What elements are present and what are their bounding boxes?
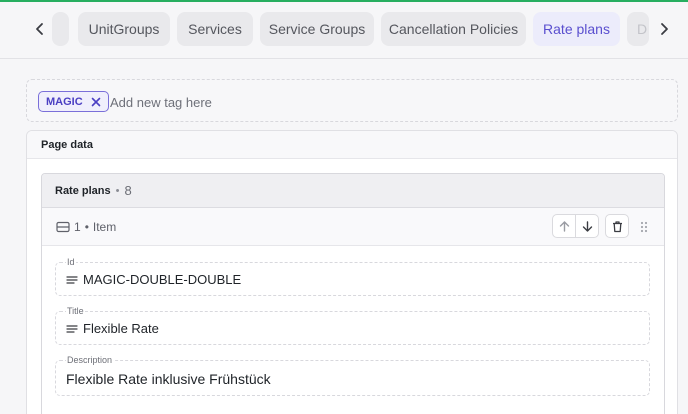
remove-tag-button[interactable] xyxy=(91,97,101,107)
move-down-button[interactable] xyxy=(575,214,599,238)
group-title: Rate plans xyxy=(55,184,111,197)
item-index: 1 xyxy=(74,219,81,234)
drag-handle-icon xyxy=(640,221,648,233)
group-count: 8 xyxy=(124,183,132,198)
close-icon xyxy=(91,97,100,106)
tab-rate-plans[interactable]: Rate plans xyxy=(533,12,620,46)
item-header[interactable]: 1 • Item xyxy=(42,208,664,246)
page-data-panel: Page data Rate plans • 8 1 • Item Id MAG… xyxy=(26,130,678,414)
new-tag-input[interactable] xyxy=(110,92,410,112)
text-lines-icon xyxy=(66,274,78,286)
tag-editor: MAGIC xyxy=(26,79,678,122)
scroll-left-button[interactable] xyxy=(28,16,52,42)
description-field-label: Description xyxy=(66,354,114,366)
drag-handle[interactable] xyxy=(639,220,649,234)
scroll-right-button[interactable] xyxy=(652,16,676,42)
description-field-value-row: Flexible Rate inklusive Frühstück xyxy=(66,371,271,387)
chevron-left-icon xyxy=(36,23,43,35)
id-field[interactable]: Id MAGIC-DOUBLE-DOUBLE xyxy=(55,256,650,296)
separator-dot: • xyxy=(84,219,89,234)
move-up-button[interactable] xyxy=(552,214,576,238)
tab-service-groups[interactable]: Service Groups xyxy=(260,12,374,46)
group-header[interactable]: Rate plans • 8 xyxy=(42,174,664,208)
tab-partial-left[interactable] xyxy=(52,12,69,46)
tab-unitgroups[interactable]: UnitGroups xyxy=(78,12,170,46)
tag-chip-label: MAGIC xyxy=(46,95,83,108)
arrow-up-icon xyxy=(559,220,569,232)
title-field-value: Flexible Rate xyxy=(83,321,159,336)
separator-dot: • xyxy=(115,184,120,197)
rows-icon xyxy=(56,220,70,234)
arrow-down-icon xyxy=(582,220,592,232)
tab-partial-right[interactable]: D xyxy=(627,12,649,46)
tab-cancellation-policies[interactable]: Cancellation Policies xyxy=(381,12,526,46)
id-field-value: MAGIC-DOUBLE-DOUBLE xyxy=(83,272,242,287)
tab-services[interactable]: Services xyxy=(177,12,253,46)
tag-chip: MAGIC xyxy=(38,91,109,112)
delete-item-button[interactable] xyxy=(605,214,629,238)
description-field-value: Flexible Rate inklusive Frühstück xyxy=(66,371,271,387)
title-field-label: Title xyxy=(66,305,85,317)
panel-title: Page data xyxy=(27,131,677,159)
title-field-value-row: Flexible Rate xyxy=(66,321,159,336)
id-field-label: Id xyxy=(66,256,76,268)
tab-bar: UnitGroups Services Service Groups Cance… xyxy=(0,2,688,59)
trash-icon xyxy=(612,220,622,232)
title-field[interactable]: Title Flexible Rate xyxy=(55,305,650,345)
chevron-right-icon xyxy=(661,23,668,35)
rate-plans-group: Rate plans • 8 1 • Item Id MAGIC-DOUBLE-… xyxy=(41,173,665,414)
text-lines-icon xyxy=(66,323,78,335)
description-field[interactable]: Description Flexible Rate inklusive Früh… xyxy=(55,354,650,396)
id-field-value-row: MAGIC-DOUBLE-DOUBLE xyxy=(66,272,241,287)
item-label: Item xyxy=(92,219,117,234)
